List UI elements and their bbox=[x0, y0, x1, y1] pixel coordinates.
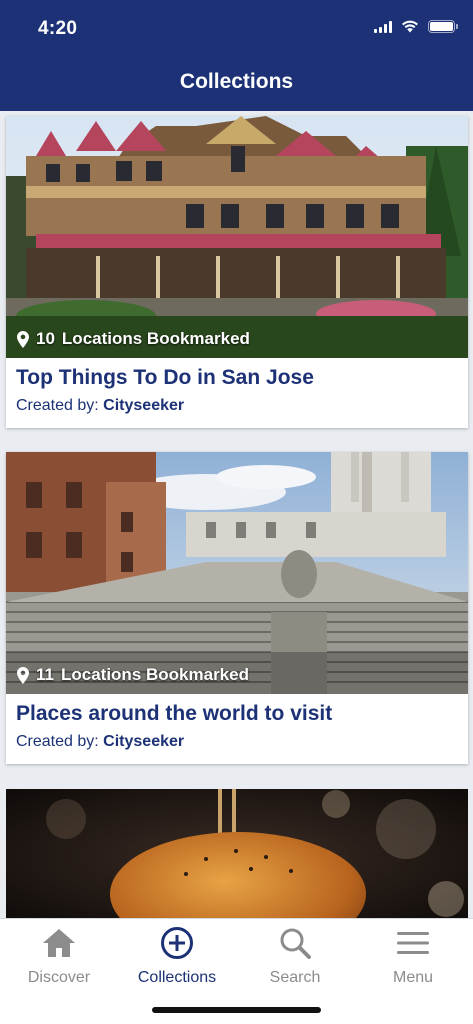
bookmark-count-label: Locations Bookmarked bbox=[60, 665, 249, 684]
tab-collections[interactable]: Collections bbox=[118, 925, 236, 987]
collection-image-steps[interactable]: 11 Locations Bookmarked bbox=[6, 452, 468, 694]
tab-label: Collections bbox=[137, 969, 217, 986]
collection-image-burger[interactable] bbox=[6, 789, 468, 924]
status-time: 4:20 bbox=[38, 18, 78, 39]
bookmark-count: 11 Locations Bookmarked bbox=[17, 665, 249, 685]
collection-title[interactable]: Top Things To Do in San Jose bbox=[16, 364, 458, 392]
map-pin-icon bbox=[17, 666, 29, 684]
bookmark-count-number: 11 bbox=[36, 665, 54, 684]
add-circle-icon bbox=[161, 927, 193, 959]
status-icons bbox=[374, 20, 458, 33]
collection-creator: Created by: Cityseeker bbox=[16, 730, 458, 754]
wifi-icon bbox=[402, 20, 418, 33]
app-header: 4:20 Collections bbox=[0, 0, 473, 111]
tab-discover[interactable]: Discover bbox=[0, 925, 118, 987]
created-by-label: Created by: bbox=[16, 397, 99, 414]
created-by-label: Created by: bbox=[16, 733, 99, 750]
tab-label: Menu bbox=[392, 969, 434, 986]
collection-creator: Created by: Cityseeker bbox=[16, 394, 458, 418]
tab-label: Search bbox=[269, 969, 321, 986]
collection-image-mansion[interactable]: 10 Locations Bookmarked bbox=[6, 116, 468, 358]
page-title: Collections bbox=[179, 70, 294, 93]
collection-title[interactable]: Places around the world to visit bbox=[16, 700, 458, 728]
tab-menu[interactable]: Menu bbox=[354, 925, 472, 987]
tab-search[interactable]: Search bbox=[236, 925, 354, 987]
tab-label: Discover bbox=[27, 969, 91, 986]
home-indicator[interactable] bbox=[152, 1007, 321, 1013]
map-pin-icon bbox=[17, 330, 29, 348]
collection-card-partial[interactable] bbox=[6, 789, 468, 924]
menu-icon bbox=[397, 932, 429, 954]
creator-name: Cityseeker bbox=[103, 397, 185, 414]
collections-screen: 4:20 Collections 10 Locations Bookmarked… bbox=[0, 0, 473, 1024]
collection-card[interactable]: 11 Locations Bookmarked Places around th… bbox=[6, 452, 468, 764]
bookmark-count: 10 Locations Bookmarked bbox=[17, 329, 250, 349]
search-icon bbox=[280, 928, 311, 959]
bookmark-count-label: Locations Bookmarked bbox=[61, 329, 250, 348]
cellular-signal-icon bbox=[374, 20, 392, 33]
bookmark-count-number: 10 bbox=[36, 329, 55, 348]
creator-name: Cityseeker bbox=[103, 733, 185, 750]
battery-icon bbox=[428, 20, 458, 33]
collection-card-body: Top Things To Do in San Jose Created by:… bbox=[6, 358, 468, 428]
collection-card-body: Places around the world to visit Created… bbox=[6, 694, 468, 764]
home-icon bbox=[43, 929, 75, 957]
collection-card[interactable]: 10 Locations Bookmarked Top Things To Do… bbox=[6, 116, 468, 428]
